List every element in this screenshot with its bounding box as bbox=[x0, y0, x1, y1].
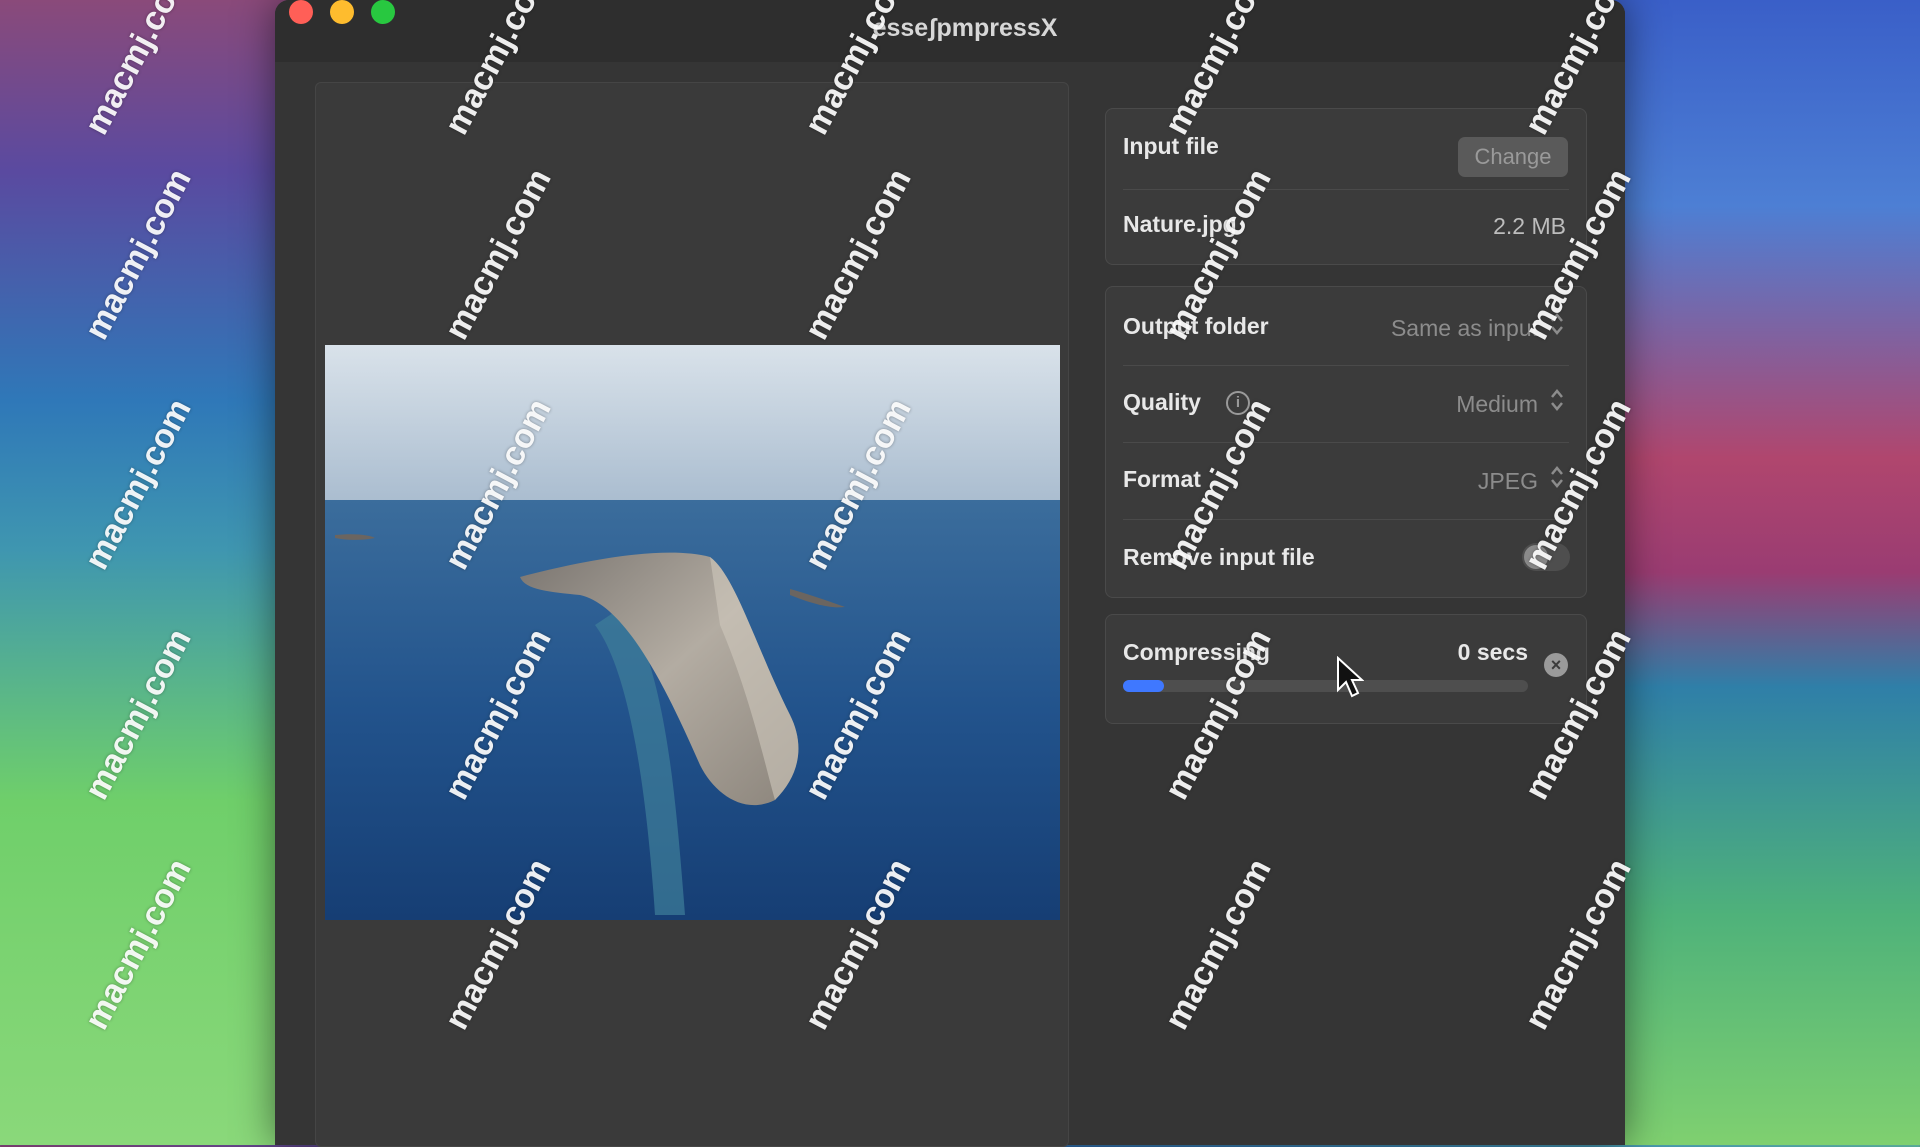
title-bar: esseʃpmpressX bbox=[275, 0, 1625, 62]
quality-label: Quality bbox=[1123, 389, 1201, 415]
file-info-row: Nature.jpg 2.2 MB bbox=[1106, 189, 1586, 264]
settings-panel: Output folder Same as input Quality i Me… bbox=[1105, 286, 1587, 598]
output-folder-select[interactable]: Same as input bbox=[1391, 315, 1538, 342]
input-file-label: Input file bbox=[1123, 133, 1219, 159]
change-button[interactable]: Change bbox=[1458, 137, 1568, 177]
output-folder-row: Output folder Same as input bbox=[1106, 287, 1586, 365]
progress-bar bbox=[1123, 680, 1528, 692]
image-preview-area bbox=[315, 82, 1069, 1147]
remove-input-toggle[interactable] bbox=[1522, 543, 1570, 571]
format-stepper-icon[interactable] bbox=[1548, 462, 1566, 492]
input-file-row: Input file Change bbox=[1106, 109, 1586, 189]
image-preview bbox=[325, 345, 1060, 920]
input-file-panel: Input file Change Nature.jpg 2.2 MB bbox=[1105, 108, 1587, 265]
file-size: 2.2 MB bbox=[1493, 213, 1566, 239]
file-name: Nature.jpg bbox=[1123, 211, 1237, 237]
window-title: esseʃpmpressX bbox=[872, 14, 1058, 42]
minimize-window-button[interactable] bbox=[330, 0, 354, 24]
remove-input-label: Remove input file bbox=[1123, 544, 1315, 570]
format-row: Format JPEG bbox=[1106, 442, 1586, 519]
elapsed-time: 0 secs bbox=[1457, 639, 1528, 665]
cancel-compression-button[interactable]: × bbox=[1544, 653, 1568, 677]
mouse-cursor-icon bbox=[1337, 656, 1364, 698]
zoom-window-button[interactable] bbox=[371, 0, 395, 24]
app-window: esseʃpmpressX Input file Change Nature.j… bbox=[275, 0, 1625, 1147]
output-folder-stepper-icon[interactable] bbox=[1548, 309, 1566, 339]
format-select[interactable]: JPEG bbox=[1478, 468, 1538, 495]
desktop-wallpaper-right bbox=[1600, 0, 1920, 1145]
output-folder-label: Output folder bbox=[1123, 313, 1269, 339]
close-window-button[interactable] bbox=[289, 0, 313, 24]
desktop-wallpaper-left bbox=[0, 0, 290, 1145]
quality-select[interactable]: Medium bbox=[1456, 391, 1538, 418]
progress-fill bbox=[1123, 680, 1164, 692]
quality-stepper-icon[interactable] bbox=[1548, 385, 1566, 415]
quality-row: Quality i Medium bbox=[1106, 365, 1586, 442]
info-icon[interactable]: i bbox=[1226, 391, 1250, 415]
progress-status: Compressing bbox=[1123, 639, 1270, 665]
format-label: Format bbox=[1123, 466, 1201, 492]
remove-input-row: Remove input file bbox=[1106, 519, 1586, 597]
island-photo-icon bbox=[325, 345, 1060, 920]
